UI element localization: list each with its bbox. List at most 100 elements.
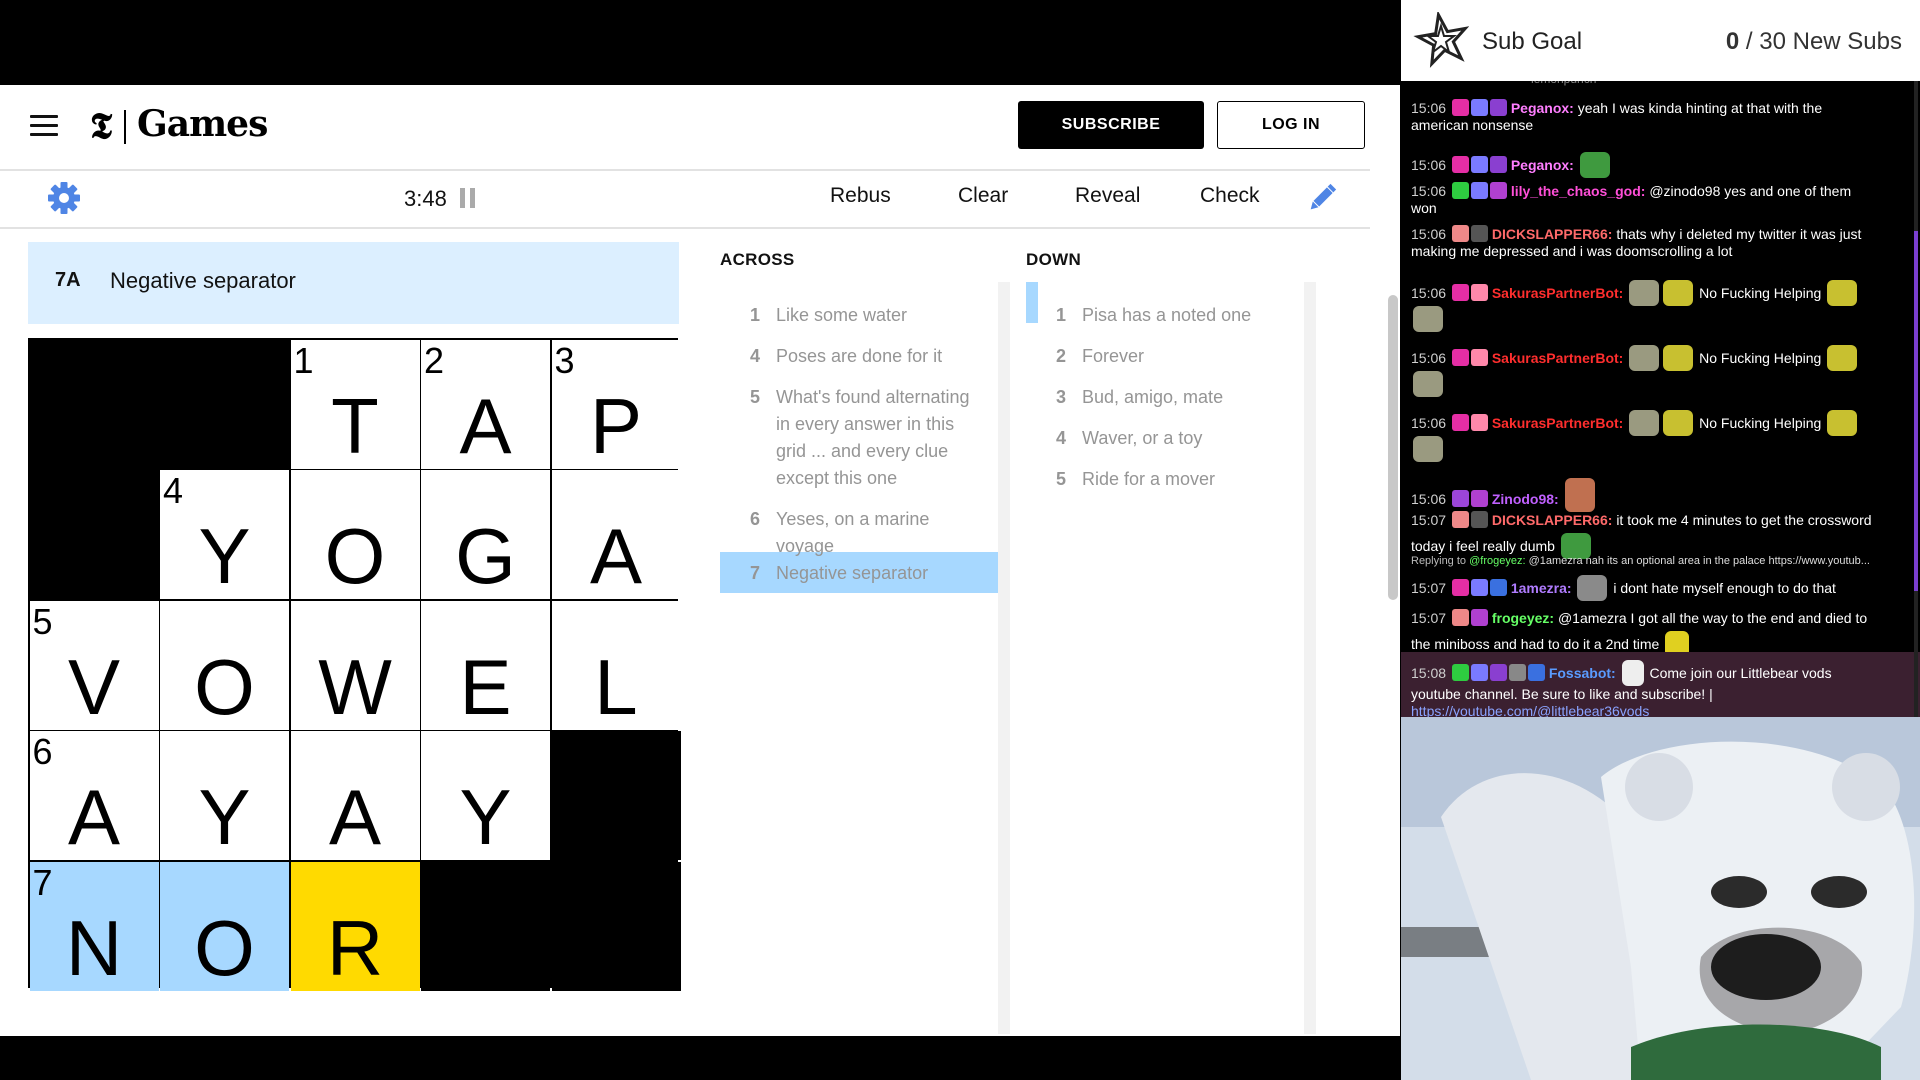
across-clue-item[interactable]: 1 Like some water (738, 302, 988, 329)
vod-badge-icon (1489, 156, 1507, 173)
chat-username[interactable]: lily_the_chaos_god: (1511, 183, 1646, 199)
clue-text: What's found alternating in every answer… (776, 387, 970, 488)
grid-cell[interactable]: A (290, 731, 420, 860)
logo-divider (124, 110, 126, 144)
active-clue-bar[interactable]: 7A Negative separator (28, 242, 679, 324)
grid-cell-selected[interactable]: R (290, 861, 420, 991)
down-clue-item[interactable]: 5 Ride for a mover (1044, 466, 1294, 493)
clue-text: Pisa has a noted one (1082, 305, 1252, 325)
grid-cell[interactable]: O (290, 470, 420, 599)
clue-number: 5 (749, 387, 760, 407)
header-divider (0, 169, 1370, 171)
chat-username[interactable]: 1amezra: (1511, 580, 1572, 596)
grid-cell[interactable]: 5V (29, 600, 159, 730)
down-clue-list[interactable]: 1 Pisa has a noted one 2 Forever 3 Bud, amigo… (1026, 282, 1304, 1034)
sub-goal-target: / 30 New Subs (1745, 28, 1902, 55)
chat-message: 15:06 SakurasPartnerBot: No Fucking Help… (1411, 345, 1911, 397)
active-clue-number: 7A (55, 269, 81, 291)
chat-username[interactable]: Peganox: (1511, 100, 1574, 116)
across-clue-item[interactable]: 5 What's found alternating in every answe… (738, 384, 988, 492)
chat-timestamp: 15:07 (1411, 610, 1447, 626)
menu-icon[interactable] (30, 115, 58, 137)
login-button[interactable]: LOG IN (1217, 101, 1365, 149)
vod-badge-icon (1489, 99, 1507, 116)
subscribe-button[interactable]: SUBSCRIBE (1018, 101, 1204, 149)
chat-username[interactable]: Fossabot: (1549, 665, 1616, 681)
cell-number: 2 (424, 339, 445, 381)
grid-cell[interactable]: A (551, 470, 681, 599)
grid-cell[interactable]: 1T (290, 339, 420, 469)
crossword-grid[interactable]: 1T2A3P4YOGA5VOWEL6AYAY7NOR (28, 338, 681, 991)
chat-link[interactable]: https://youtube.com/@littlebear36vods (1411, 703, 1649, 717)
chat-username[interactable]: SakurasPartnerBot: (1492, 285, 1624, 301)
down-clue-item[interactable]: 3 Bud, amigo, mate (1044, 384, 1294, 411)
grid-cell-black (29, 339, 159, 469)
grid-cell[interactable]: E (421, 600, 550, 730)
settings-gear-icon[interactable] (47, 181, 81, 215)
chat-timestamp: 15:06 (1411, 285, 1447, 301)
reply-username[interactable]: @frogeyez: (1469, 555, 1525, 567)
grid-cell[interactable]: 2A (421, 339, 550, 469)
across-clue-list[interactable]: 1 Like some water 4 Poses are done for it 5 W… (720, 282, 998, 1034)
sub-goal-label: Sub Goal (1482, 28, 1583, 55)
chat-text: Come join our Littlebear vods (1649, 665, 1832, 681)
webcam-bear-artwork (1401, 717, 1920, 1080)
down-clue-item[interactable]: 4 Waver, or a toy (1044, 425, 1294, 452)
frog-emote-icon (1663, 345, 1694, 371)
across-clue-item[interactable]: 6 Yeses, on a marine voyage (738, 506, 988, 560)
grid-cell[interactable]: O (160, 861, 289, 991)
subscriber-badge-icon (1451, 490, 1469, 507)
chat-username[interactable]: SakurasPartnerBot: (1492, 350, 1624, 366)
chat-timestamp: 15:06 (1411, 157, 1447, 173)
chat-username[interactable]: Peganox: (1511, 157, 1574, 173)
reveal-button[interactable]: Reveal (1075, 184, 1140, 208)
subscriber-badge-icon (1451, 99, 1469, 116)
across-scrollbar[interactable] (998, 282, 1010, 1034)
chat-username[interactable]: DICKSLAPPER66: (1492, 226, 1613, 242)
across-clue-item[interactable]: 4 Poses are done for it (738, 343, 988, 370)
grid-cell[interactable]: L (551, 600, 681, 730)
grid-cell[interactable]: Y (160, 731, 289, 860)
chat-text: yeah I was kinda hinting at that with th… (1577, 100, 1823, 116)
grid-cell[interactable]: O (160, 600, 289, 730)
grid-cell[interactable]: W (290, 600, 420, 730)
muted-badge-icon (1470, 511, 1488, 528)
games-logo-text[interactable]: Games (137, 103, 268, 145)
chat-username[interactable]: Zinodo98: (1492, 491, 1559, 507)
grid-cell[interactable]: Y (421, 731, 550, 860)
grid-cell-black (421, 861, 550, 991)
grid-cell-black (160, 339, 289, 469)
clue-text: Forever (1082, 346, 1145, 366)
grid-cell[interactable]: 6A (29, 731, 159, 860)
chat-text: No Fucking Helping (1699, 285, 1822, 301)
grid-cell[interactable]: 4Y (160, 470, 289, 599)
nyt-logo-mark[interactable]: 𝕿 (90, 105, 112, 148)
clue-number: 1 (1055, 305, 1066, 325)
down-clue-item[interactable]: 2 Forever (1044, 343, 1294, 370)
grid-cell[interactable]: 7N (29, 861, 159, 991)
chat-username[interactable]: frogeyez: (1492, 610, 1554, 626)
across-clue-item[interactable]: 7 Negative separator (738, 560, 988, 587)
chat-username[interactable]: SakurasPartnerBot: (1492, 415, 1624, 431)
user-badge-icon (1470, 182, 1488, 199)
pause-icon[interactable] (460, 188, 476, 208)
bear-emote-icon (1629, 280, 1660, 306)
down-clue-item[interactable]: 1 Pisa has a noted one (1044, 302, 1294, 329)
clue-number: 3 (1055, 387, 1066, 407)
grid-cell-black (29, 470, 159, 599)
page-scrollbar[interactable] (1388, 295, 1398, 600)
rebus-button[interactable]: Rebus (830, 184, 891, 208)
clear-button[interactable]: Clear (958, 184, 1008, 208)
check-button[interactable]: Check (1200, 184, 1260, 208)
stream-chat[interactable]: lemonpunch 15:06 Peganox: yeah I was kin… (1401, 81, 1920, 717)
cell-number: 3 (554, 339, 575, 381)
chat-timestamp: 15:06 (1411, 350, 1447, 366)
sub-goal-count: 0 / 30 New Subs (1726, 28, 1902, 56)
user-badge-icon (1470, 349, 1488, 366)
pencil-icon[interactable] (1305, 181, 1339, 215)
chat-username[interactable]: DICKSLAPPER66: (1492, 512, 1613, 528)
grid-cell[interactable]: 3P (551, 339, 681, 469)
grid-cell[interactable]: G (421, 470, 550, 599)
down-scrollbar[interactable] (1304, 282, 1316, 1034)
cell-number: 7 (32, 861, 53, 903)
